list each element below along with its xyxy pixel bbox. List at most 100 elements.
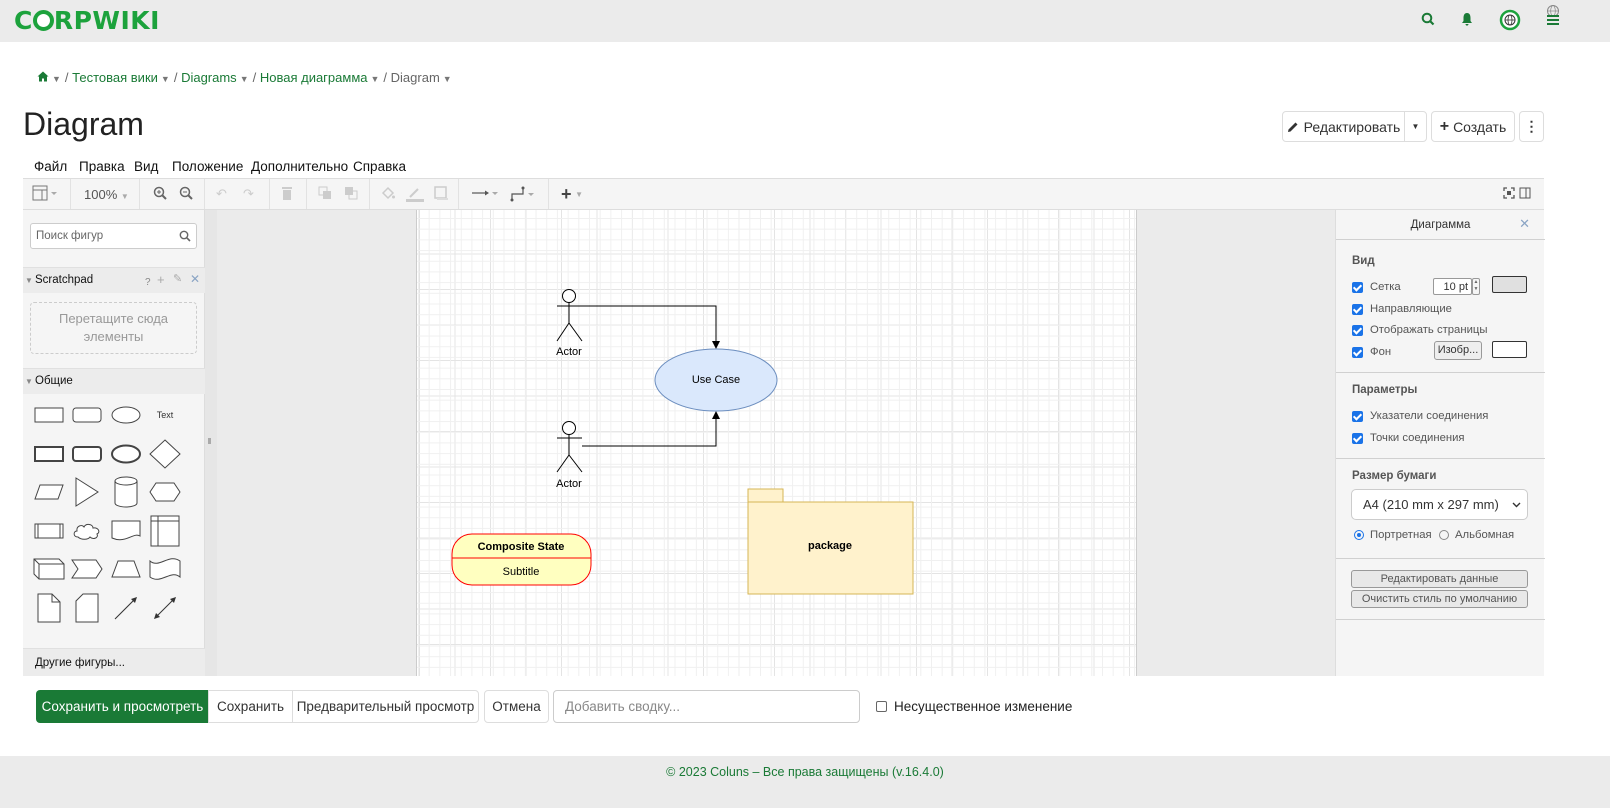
paper-size-select[interactable]: A4 (210 mm x 297 mm) <box>1351 489 1528 520</box>
background-color-swatch[interactable] <box>1492 341 1527 358</box>
general-shapes-header[interactable]: ▼ Общие <box>23 368 205 394</box>
breadcrumb-home[interactable] <box>37 70 49 85</box>
composite-state[interactable]: Composite State Subtitle <box>451 533 592 586</box>
edit-dropdown-button[interactable]: ▼ <box>1404 111 1427 142</box>
diagram-canvas[interactable]: Actor Actor Use Case Composite State Sub… <box>217 210 1335 676</box>
shadow-icon[interactable] <box>434 186 448 203</box>
menu-edit[interactable]: Правка <box>79 159 125 174</box>
shape-note[interactable] <box>31 591 67 625</box>
chevron-down-icon[interactable]: ▼ <box>371 74 380 84</box>
create-button[interactable]: + Создать <box>1431 111 1515 142</box>
sidebar-resize-handle[interactable] <box>205 210 217 676</box>
shape-rounded-rectangle[interactable] <box>69 398 105 432</box>
chevron-down-icon[interactable]: ▼ <box>52 74 61 84</box>
waypoints-icon[interactable] <box>510 186 540 205</box>
grid-size-input[interactable]: 10 pt <box>1433 278 1472 295</box>
edit-data-button[interactable]: Редактировать данные <box>1351 570 1528 588</box>
grid-color-swatch[interactable] <box>1492 276 1527 293</box>
shape-cylinder[interactable] <box>108 475 144 509</box>
shape-bold-ellipse[interactable] <box>108 437 144 471</box>
fill-color-icon[interactable] <box>381 186 395 203</box>
zoom-level-dropdown[interactable]: 100% ▼ <box>84 187 129 202</box>
shape-step[interactable] <box>69 552 105 586</box>
delete-icon[interactable] <box>281 186 293 203</box>
shape-tape[interactable] <box>147 552 183 586</box>
zoom-out-icon[interactable] <box>179 186 193 203</box>
preview-button[interactable]: Предварительный просмотр <box>292 690 479 723</box>
save-and-view-button[interactable]: Сохранить и просмотреть <box>36 690 209 723</box>
zoom-in-icon[interactable] <box>153 186 167 203</box>
background-image-button[interactable]: Изобр... <box>1434 341 1482 360</box>
close-icon[interactable]: ✕ <box>1519 216 1530 232</box>
guides-checkbox[interactable]: Направляющие <box>1352 303 1452 315</box>
shape-arrow-line[interactable] <box>108 591 144 625</box>
grid-size-spinner[interactable]: ▲ ▼ <box>1472 278 1480 295</box>
shape-trapezoid[interactable] <box>108 552 144 586</box>
menu-file[interactable]: Файл <box>34 159 67 174</box>
logo[interactable]: C RPWIKI <box>14 6 160 35</box>
background-checkbox[interactable]: Фон <box>1352 346 1391 358</box>
menu-view[interactable]: Вид <box>134 159 158 174</box>
landscape-radio[interactable]: Альбомная <box>1439 529 1514 541</box>
chevron-down-icon[interactable]: ▼ <box>240 74 249 84</box>
connection-arrows-checkbox[interactable]: Указатели соединения <box>1352 410 1488 422</box>
search-icon[interactable] <box>1421 12 1435 29</box>
to-back-icon[interactable] <box>344 186 358 203</box>
shape-bold-rounded-rectangle[interactable] <box>69 437 105 471</box>
chevron-down-icon[interactable]: ▼ <box>443 74 452 84</box>
shape-parallelogram[interactable] <box>31 475 67 509</box>
use-case[interactable]: Use Case <box>654 348 778 412</box>
actor-2[interactable]: Actor <box>556 421 583 491</box>
menu-arrange[interactable]: Положение <box>172 159 243 174</box>
insert-icon[interactable]: + ▼ <box>561 184 583 205</box>
connection-style-icon[interactable] <box>471 186 501 203</box>
show-pages-checkbox[interactable]: Отображать страницы <box>1352 324 1487 336</box>
close-icon[interactable]: ✕ <box>190 272 200 286</box>
chevron-down-icon[interactable]: ▼ <box>161 74 170 84</box>
fullscreen-icon[interactable] <box>1503 187 1515 202</box>
shape-document[interactable] <box>108 514 144 548</box>
shape-search-input[interactable]: Поиск фигур <box>30 223 197 249</box>
add-icon[interactable]: + <box>157 272 165 287</box>
shape-triangle[interactable] <box>69 475 105 509</box>
shape-process[interactable] <box>31 514 67 548</box>
more-shapes-link[interactable]: Другие фигуры... <box>23 648 205 676</box>
shape-cloud[interactable] <box>69 514 105 548</box>
shape-diamond[interactable] <box>147 437 183 471</box>
shape-internal-storage[interactable] <box>147 514 183 548</box>
undo-icon[interactable]: ↶ <box>216 186 227 202</box>
shape-hexagon[interactable] <box>147 475 183 509</box>
breadcrumb-item[interactable]: Diagrams <box>181 70 237 85</box>
line-color-icon[interactable] <box>406 186 424 205</box>
more-options-button[interactable]: ⋮ <box>1519 111 1544 142</box>
format-panel-toggle[interactable] <box>32 185 60 204</box>
menu-help[interactable]: Справка <box>353 159 406 174</box>
save-button[interactable]: Сохранить <box>208 690 293 723</box>
menu-extras[interactable]: Дополнительно <box>251 159 348 174</box>
scratchpad-drop-zone[interactable]: Перетащите сюда элементы <box>30 302 197 354</box>
shape-rectangle[interactable] <box>31 398 67 432</box>
package[interactable]: package <box>747 488 914 595</box>
shape-bidirectional-arrow[interactable] <box>147 591 183 625</box>
globe-icon[interactable] <box>1499 9 1521 34</box>
connector-actor2-usecase[interactable] <box>582 416 717 447</box>
shape-cube[interactable] <box>31 552 67 586</box>
actor-1[interactable]: Actor <box>556 289 583 359</box>
bell-icon[interactable] <box>1460 12 1474 29</box>
scratchpad-header[interactable]: ▼ Scratchpad ? + ✎ ✕ <box>23 267 205 293</box>
breadcrumb-item[interactable]: Тестовая вики <box>72 70 158 85</box>
breadcrumb-item[interactable]: Новая диаграмма <box>260 70 368 85</box>
clear-default-style-button[interactable]: Очистить стиль по умолчанию <box>1351 590 1528 608</box>
cancel-button[interactable]: Отмена <box>484 690 549 723</box>
shape-bold-rectangle[interactable] <box>31 437 67 471</box>
shape-ellipse[interactable] <box>108 398 144 432</box>
redo-icon[interactable]: ↷ <box>243 186 254 202</box>
edit-icon[interactable]: ✎ <box>173 272 182 285</box>
help-icon[interactable]: ? <box>145 277 151 288</box>
shape-text[interactable]: Text <box>147 398 183 432</box>
menu-icon[interactable] <box>1545 4 1561 29</box>
connection-points-checkbox[interactable]: Точки соединения <box>1352 432 1465 444</box>
edit-button[interactable]: Редактировать <box>1282 111 1405 142</box>
diagram-page[interactable]: Actor Actor Use Case Composite State Sub… <box>416 210 1137 676</box>
summary-input[interactable]: Добавить сводку... <box>553 690 860 723</box>
